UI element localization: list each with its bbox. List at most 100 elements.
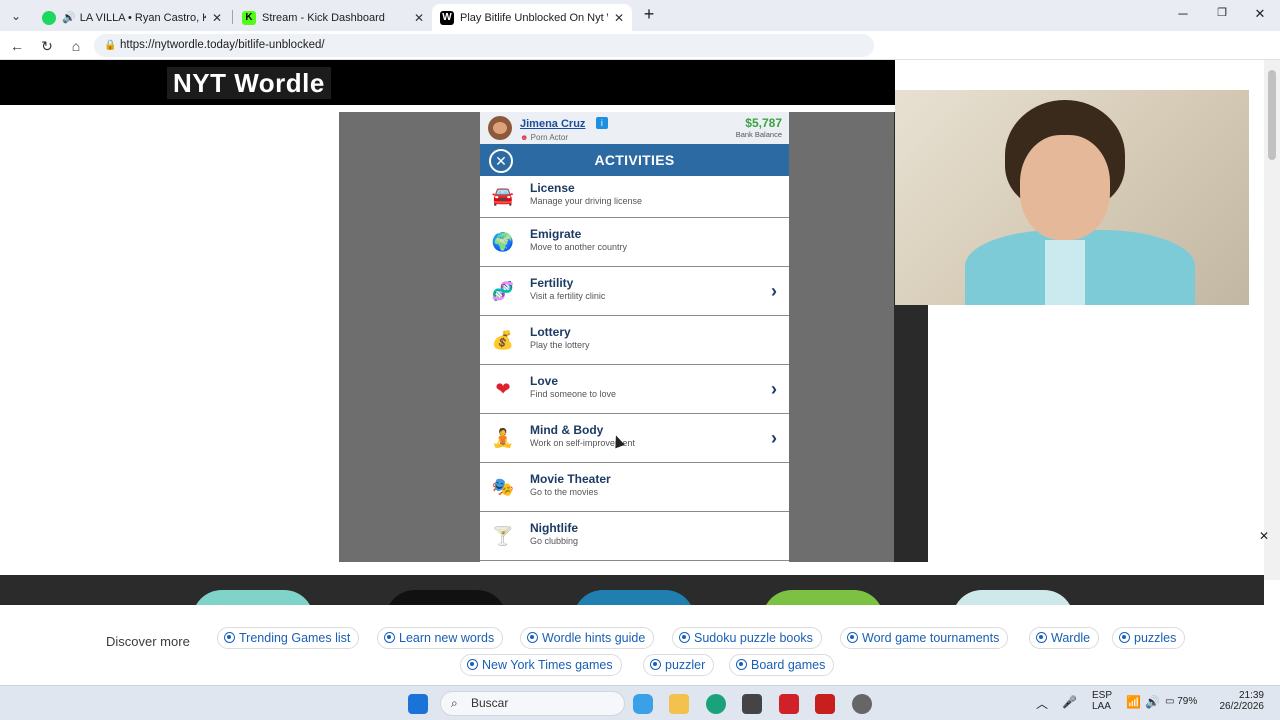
page-scrollbar[interactable] [1264, 60, 1280, 580]
bitlife-game[interactable]: Jimena Cruz i ☻ Porn Actor $5,787 Bank B… [480, 112, 789, 562]
activity-row[interactable]: ❤ Love Find someone to love › [480, 365, 789, 414]
activity-name: Emigrate [530, 227, 582, 241]
clock[interactable]: 21:39 26/2/2026 [1212, 690, 1265, 712]
chevron-right-icon[interactable]: › [771, 379, 777, 400]
chip-label: Trending Games list [239, 631, 351, 645]
discover-chip[interactable]: puzzles [1112, 627, 1186, 649]
tab-spotify[interactable]: 🔊 LA VILLA • Ryan Castro, Kapo ✕ [34, 4, 230, 31]
site-info-icon[interactable]: 🔒 [104, 34, 116, 57]
character-occupation: ☻ Porn Actor [520, 133, 608, 142]
activity-row[interactable]: 🚘 License Manage your driving license [480, 176, 789, 218]
webcam-stripe [1045, 240, 1085, 305]
l-app-icon[interactable] [815, 694, 835, 714]
language-indicator[interactable]: ESP LAA [1092, 690, 1112, 712]
spotify-icon [42, 10, 56, 25]
activity-description: Manage your driving license [530, 196, 643, 206]
discover-chip[interactable]: Wardle [1029, 627, 1100, 649]
edge-icon[interactable] [706, 694, 726, 714]
battery-indicator[interactable]: ▭ 79% [1165, 696, 1197, 707]
minimize-icon[interactable]: ─ [1173, 6, 1193, 21]
settings-icon[interactable] [852, 694, 872, 714]
site-logo[interactable]: NYT Wordle [167, 67, 331, 99]
back-icon[interactable]: ← [8, 37, 26, 55]
close-ad-icon[interactable]: ✕ [1256, 528, 1272, 544]
game-thumbnail[interactable] [762, 590, 884, 605]
wifi-icon[interactable]: 📶 [1126, 695, 1141, 709]
copilot-icon[interactable] [633, 694, 653, 714]
discover-chip[interactable]: Trending Games list [217, 627, 360, 649]
chevron-right-icon[interactable]: › [771, 428, 777, 449]
discover-more: Discover more Trending Games list Learn n… [0, 605, 1280, 685]
file-explorer-icon[interactable] [669, 694, 689, 714]
character-name[interactable]: Jimena Cruz [520, 118, 585, 130]
target-icon [1036, 632, 1047, 643]
close-tab-icon[interactable]: ✕ [212, 11, 222, 25]
chip-label: puzzles [1134, 631, 1177, 645]
windows-start-icon[interactable] [408, 694, 428, 714]
games-carousel [0, 575, 1264, 605]
game-thumbnail[interactable] [192, 590, 314, 605]
activity-row[interactable]: 🍸 Nightlife Go clubbing [480, 512, 789, 561]
discover-chip[interactable]: New York Times games [460, 654, 622, 676]
taskbar-search[interactable]: ⌕ Buscar [440, 691, 625, 716]
activity-row[interactable]: 🧘 Mind & Body Work on self-improvement › [480, 414, 789, 463]
globe-icon: 🌍 [491, 232, 515, 252]
browser-toolbar: ← ↻ ⌂ 🔒 https://nytwordle.today/bitlife-… [0, 31, 1280, 60]
activity-description: Move to another country [530, 242, 628, 252]
target-icon [1119, 632, 1130, 643]
activity-name: Fertility [530, 276, 574, 290]
activity-row[interactable]: 🌍 Emigrate Move to another country [480, 218, 789, 267]
new-tab-button[interactable]: + [640, 5, 658, 24]
microphone-icon[interactable]: 🎤 [1062, 695, 1077, 709]
discover-chip[interactable]: Learn new words [377, 627, 504, 649]
volume-icon[interactable]: 🔊 [1145, 695, 1160, 709]
balance-amount: $5,787 [745, 116, 782, 130]
target-icon [467, 659, 478, 670]
tray-chevron-icon[interactable]: ︿ [1036, 695, 1048, 712]
activities-list: 🚘 License Manage your driving license 🌍 Emig… [480, 176, 789, 561]
info-icon[interactable]: i [595, 116, 608, 129]
close-tab-icon[interactable]: ✕ [414, 11, 424, 25]
close-window-icon[interactable]: ✕ [1250, 6, 1270, 22]
tab-list-chevron-icon[interactable]: ⌄ [6, 6, 26, 26]
discover-chip[interactable]: Sudoku puzzle books [672, 627, 822, 649]
car-icon: 🚘 [491, 186, 515, 206]
scrollbar-thumb[interactable] [1268, 70, 1276, 160]
webcam-face [1020, 135, 1110, 240]
meditation-icon: 🧘 [491, 428, 515, 448]
game-thumbnail[interactable] [385, 590, 507, 605]
discover-chip[interactable]: Board games [729, 654, 835, 676]
discover-chip[interactable]: Wordle hints guide [520, 627, 655, 649]
discover-chip[interactable]: Word game tournaments [840, 627, 1009, 649]
search-icon: ⌕ [451, 696, 458, 710]
activities-header: ✕ ACTIVITIES [480, 144, 789, 176]
activity-row[interactable]: 🎭 Movie Theater Go to the movies [480, 463, 789, 512]
home-icon[interactable]: ⌂ [67, 37, 85, 55]
game-thumbnail[interactable] [573, 590, 695, 605]
close-tab-icon[interactable]: ✕ [614, 11, 624, 25]
tab-bitlife[interactable]: W Play Bitlife Unblocked On Nyt Wo ✕ [432, 4, 632, 31]
bank-balance: $5,787 Bank Balance [736, 116, 782, 139]
tab-kick[interactable]: K Stream - Kick Dashboard ✕ [234, 4, 432, 31]
game-frame: Jimena Cruz i ☻ Porn Actor $5,787 Bank B… [339, 112, 928, 562]
store-icon[interactable] [742, 694, 762, 714]
discover-chip[interactable]: puzzler [643, 654, 715, 676]
reload-icon[interactable]: ↻ [38, 37, 56, 55]
activity-name: Love [530, 374, 559, 388]
avatar[interactable] [488, 116, 512, 140]
restore-icon[interactable]: ❐ [1212, 6, 1232, 19]
game-thumbnail[interactable] [952, 590, 1074, 605]
chip-label: New York Times games [482, 658, 613, 672]
chip-label: Learn new words [399, 631, 495, 645]
activity-row[interactable]: 💰 Lottery Play the lottery [480, 316, 789, 365]
windows-taskbar: ⌕ Buscar ︿ 🎤 ESP LAA 📶 🔊 ▭ 79% 21:39 26/… [0, 685, 1280, 720]
tab-label: Play Bitlife Unblocked On Nyt Wo [460, 11, 608, 24]
activity-row[interactable]: 🧬 Fertility Visit a fertility clinic › [480, 267, 789, 316]
activity-name: Nightlife [530, 521, 578, 535]
browser-tab-bar: ⌄ 🔊 LA VILLA • Ryan Castro, Kapo ✕ K Str… [0, 0, 1280, 31]
address-bar[interactable]: 🔒 https://nytwordle.today/bitlife-unbloc… [94, 34, 874, 57]
shield-app-icon[interactable] [779, 694, 799, 714]
chevron-right-icon[interactable]: › [771, 281, 777, 302]
chip-label: Sudoku puzzle books [694, 631, 813, 645]
close-icon[interactable]: ✕ [489, 149, 513, 173]
